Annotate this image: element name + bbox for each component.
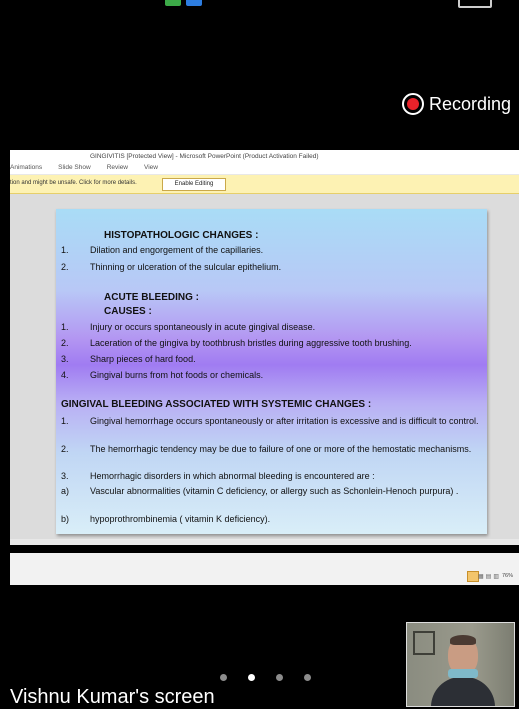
recording-label: Recording: [429, 93, 512, 114]
page-dot[interactable]: [304, 674, 311, 681]
enable-editing-button[interactable]: Enable Editing: [162, 178, 226, 191]
list-number: 1.: [61, 245, 69, 255]
list-item: Injury or occurs spontaneously in acute …: [90, 322, 316, 332]
section-heading: ACUTE BLEEDING :: [104, 292, 199, 303]
tab-animations[interactable]: Animations: [10, 164, 42, 171]
list-number: b): [61, 514, 70, 524]
list-item: Gingival burns from hot foods or chemica…: [90, 370, 264, 380]
list-number: 2.: [61, 444, 69, 454]
record-icon: [402, 93, 424, 115]
page-dot-active[interactable]: [248, 674, 255, 681]
page-indicator[interactable]: [220, 674, 332, 681]
list-item: Thinning or ulceration of the sulcular e…: [90, 262, 282, 272]
list-number: 4.: [61, 370, 69, 380]
list-item: Hemorrhagic disorders in which abnormal …: [90, 471, 375, 481]
list-item: The hemorrhagic tendency may be due to f…: [90, 444, 472, 454]
list-item: Dilation and engorgement of the capillar…: [90, 245, 264, 255]
tab-view[interactable]: View: [144, 164, 158, 171]
list-item: Vascular abnormalities (vitamin C defici…: [90, 486, 459, 496]
slide: HISTOPATHOLOGIC CHANGES : 1. Dilation an…: [56, 209, 487, 534]
protected-view-bar: tion and might be unsafe. Click for more…: [10, 175, 519, 194]
recording-indicator: Recording: [402, 90, 511, 118]
shared-powerpoint-window: GINGIVITIS [Protected View] - Microsoft …: [10, 150, 519, 545]
section-heading: HISTOPATHOLOGIC CHANGES :: [104, 230, 259, 241]
list-number: a): [61, 486, 70, 496]
protected-view-message[interactable]: tion and might be unsafe. Click for more…: [10, 180, 137, 186]
list-number: 3.: [61, 471, 69, 481]
zoom-level[interactable]: 76%: [502, 573, 513, 579]
page-dot[interactable]: [220, 674, 227, 681]
participant-video-thumbnail[interactable]: [406, 622, 515, 707]
list-item: Gingival hemorrhage occurs spontaneously…: [90, 416, 479, 426]
ppt-status-bar: ▦▤▥ 76%: [10, 553, 519, 585]
status-bar: [0, 0, 519, 18]
list-item: Sharp pieces of hard food.: [90, 354, 196, 364]
wall-frame: [413, 631, 435, 655]
list-number: 2.: [61, 338, 69, 348]
ppt-window-title: GINGIVITIS [Protected View] - Microsoft …: [90, 153, 319, 160]
battery-icon: [458, 0, 492, 8]
list-number: 1.: [61, 416, 69, 426]
tab-review[interactable]: Review: [107, 164, 128, 171]
ppt-titlebar: GINGIVITIS [Protected View] - Microsoft …: [10, 150, 519, 174]
list-item: Laceration of the gingiva by toothbrush …: [90, 338, 412, 348]
tab-slide-show[interactable]: Slide Show: [58, 164, 91, 171]
section-subheading: CAUSES :: [104, 306, 152, 317]
section-heading: GINGIVAL BLEEDING ASSOCIATED WITH SYSTEM…: [61, 399, 372, 410]
list-number: 1.: [61, 322, 69, 332]
list-number: 2.: [61, 262, 69, 272]
list-item: hypoprothrombinemia ( vitamin K deficien…: [90, 514, 271, 524]
screen-share-label: Vishnu Kumar's screen: [10, 686, 215, 708]
ppt-ribbon-tabs: Animations Slide Show Review View: [10, 164, 174, 171]
status-time: [30, 0, 35, 10]
status-app-icon: [165, 0, 181, 6]
list-number: 3.: [61, 354, 69, 364]
face-mask: [448, 669, 478, 678]
page-dot[interactable]: [276, 674, 283, 681]
status-app-icon: [186, 0, 202, 6]
view-buttons-icon[interactable]: ▦▤▥: [478, 573, 501, 580]
status-icons: [424, 0, 494, 8]
